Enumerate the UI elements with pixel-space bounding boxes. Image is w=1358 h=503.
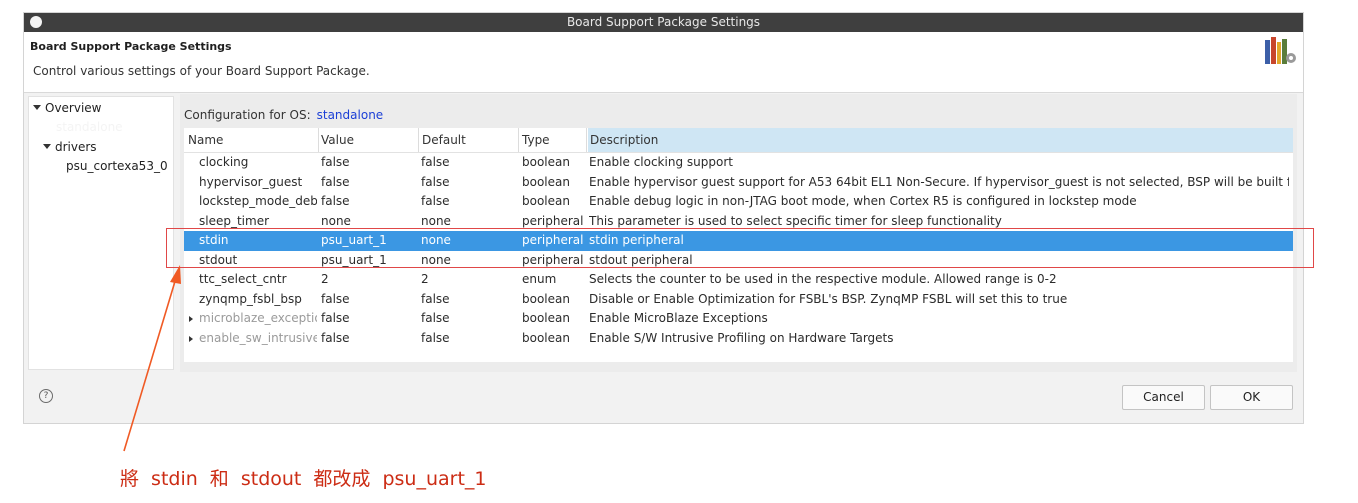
annotation-arrow — [123, 265, 181, 452]
annotation-text: 將 stdin 和 stdout 都改成 psu_uart_1 — [120, 468, 487, 490]
